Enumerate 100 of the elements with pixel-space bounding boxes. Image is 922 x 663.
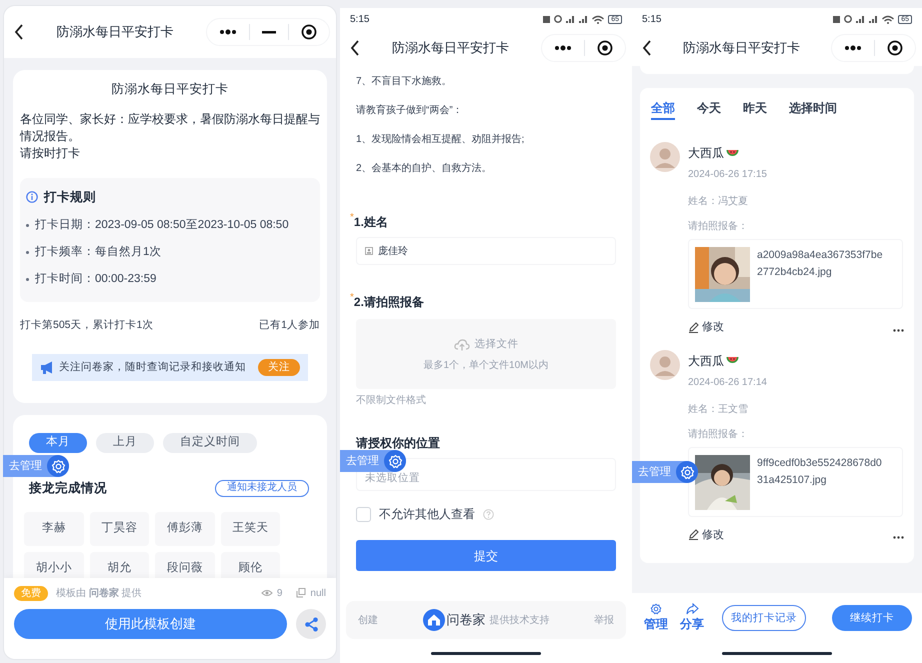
more-icon[interactable] [844, 45, 862, 51]
body-text: 1、发现险情会相互提醒、劝阻并报告; [356, 132, 526, 147]
megaphone-icon [40, 361, 55, 374]
support-text: 提供技术支持 [490, 614, 550, 628]
pencil-icon [688, 322, 699, 333]
provider-text: 模板由 问卷家 提供 [56, 586, 142, 600]
create-link[interactable]: 创建 [358, 612, 378, 628]
more-icon[interactable] [893, 328, 904, 332]
period-tab[interactable]: 本月 [29, 433, 87, 453]
wifi-icon [882, 14, 894, 24]
close-icon[interactable] [597, 40, 613, 56]
user-name: 大西瓜 [688, 145, 724, 162]
manage-tab[interactable]: 管理 [644, 603, 668, 633]
name-chip: 傅彭薄 [155, 512, 214, 546]
upload-area[interactable]: 选择文件 最多1个，单个文件10M以内 [356, 319, 616, 389]
clock-time: 5:15 [350, 12, 370, 26]
period-tab[interactable]: 自定义时间 [163, 433, 257, 453]
pencil-icon [688, 529, 699, 540]
question-label: 2.请拍照报备 [354, 295, 424, 311]
page-title: 防溺水每日平安打卡 [682, 39, 801, 58]
description-text: 各位同学、家长好：应学校要求，暑假防溺水每日提醒与情况报告。 [20, 110, 320, 145]
name-field[interactable]: 庞佳玲 [356, 237, 616, 265]
records-button[interactable]: 我的打卡记录 [722, 605, 806, 631]
ring-icon [554, 15, 562, 23]
filter-tab[interactable]: 选择时间 [789, 102, 837, 120]
gear-icon [388, 454, 402, 468]
avatar [650, 142, 680, 172]
question-text: 请拍照报备： [688, 220, 749, 234]
checkbox[interactable] [356, 506, 371, 522]
free-badge: 免费 [14, 586, 48, 600]
description-text: 请按时打卡 [20, 144, 81, 162]
filter-tab[interactable]: 昨天 [743, 102, 767, 120]
required-mark: * [350, 213, 354, 223]
edit-button[interactable]: 修改 [688, 526, 724, 543]
watermelon-icon [726, 356, 739, 365]
capsule-menu[interactable] [206, 18, 330, 46]
share-icon [304, 616, 318, 632]
signal-icon [856, 15, 866, 23]
filter-tab[interactable]: 今天 [697, 102, 721, 120]
filter-tab[interactable]: 全部 [651, 102, 675, 120]
network-icon [543, 16, 550, 22]
report-link[interactable]: 举报 [594, 612, 614, 628]
back-icon[interactable] [14, 24, 24, 40]
required-mark: * [350, 293, 354, 303]
minimize-icon[interactable] [262, 30, 276, 34]
period-tab[interactable]: 上月 [96, 433, 154, 453]
body-text: 2、会基本的自护、自救方法。 [356, 162, 493, 176]
upload-hint: 最多1个，单个文件10M以内 [423, 360, 548, 371]
answer-text: 姓名：冯艾夏 [688, 194, 749, 209]
capsule-menu[interactable] [831, 34, 916, 62]
user-name: 大西瓜 [688, 352, 724, 370]
file-name: 9ff9cedf0b3e552428678d031a425107.jpg [757, 456, 883, 488]
cloud-upload-icon [454, 339, 470, 351]
ring-icon [844, 15, 852, 23]
question-label: 1.姓名 [354, 215, 388, 231]
share-tab[interactable]: 分享 [680, 603, 704, 633]
network-icon [833, 16, 840, 22]
close-icon[interactable] [301, 24, 317, 40]
copy-count: null [310, 586, 326, 600]
house-logo-icon [422, 609, 444, 631]
checkbox-label: 不允许其他人查看 [379, 506, 475, 523]
body-text: 请教育孩子做到“两会”： [356, 104, 464, 118]
share-button[interactable] [296, 609, 326, 639]
submit-button[interactable]: 提交 [356, 540, 616, 571]
create-button[interactable]: 使用此模板创建 [14, 609, 287, 639]
capsule-menu[interactable] [541, 34, 626, 62]
name-chip: 李赫 [24, 512, 84, 546]
rule-text: 打卡时间：00:00-23:59 [35, 272, 156, 287]
manage-button[interactable]: 去管理 [632, 461, 698, 483]
home-indicator[interactable] [431, 652, 541, 654]
eye-icon [260, 589, 273, 597]
close-icon[interactable] [887, 40, 903, 56]
rule-text: 打卡日期：2023-09-05 08:50至2023-10-05 08:50 [35, 218, 289, 232]
notify-button[interactable]: 通知未接龙人员 [215, 480, 309, 497]
body-text: 7、不盲目下水施救。 [356, 74, 453, 89]
record-time: 2024-06-26 17:14 [688, 376, 768, 390]
more-icon[interactable] [554, 45, 572, 51]
continue-button[interactable]: 继续打卡 [832, 605, 912, 631]
attachment-card[interactable]: a2009a98a4ea367353f7be2772b4cb24.jpg [688, 239, 903, 309]
gear-icon [650, 603, 662, 615]
rule-text: 打卡频率：每自然月1次 [35, 244, 162, 260]
name-chip: 顾伦 [220, 552, 280, 578]
avatar [650, 350, 680, 380]
person-icon [365, 247, 373, 255]
manage-button[interactable]: 去管理 [3, 455, 69, 477]
name-chip: 段问薇 [155, 552, 214, 578]
manage-button[interactable]: 去管理 [340, 450, 406, 472]
more-icon[interactable] [893, 536, 904, 540]
name-chip: 胡小小 [24, 552, 84, 578]
participant-count: 已有1人参加 [259, 318, 320, 334]
back-icon[interactable] [642, 40, 652, 56]
back-icon[interactable] [350, 40, 360, 56]
home-indicator[interactable] [722, 652, 832, 654]
more-icon[interactable] [219, 29, 237, 35]
name-chip: 丁昊容 [90, 512, 149, 546]
clock-time: 5:15 [642, 12, 662, 26]
share-arrow-icon [686, 603, 698, 615]
attachment-card[interactable]: 9ff9cedf0b3e552428678d031a425107.jpg [688, 446, 903, 516]
follow-button[interactable]: 关注 [258, 359, 300, 376]
edit-button[interactable]: 修改 [688, 319, 724, 336]
